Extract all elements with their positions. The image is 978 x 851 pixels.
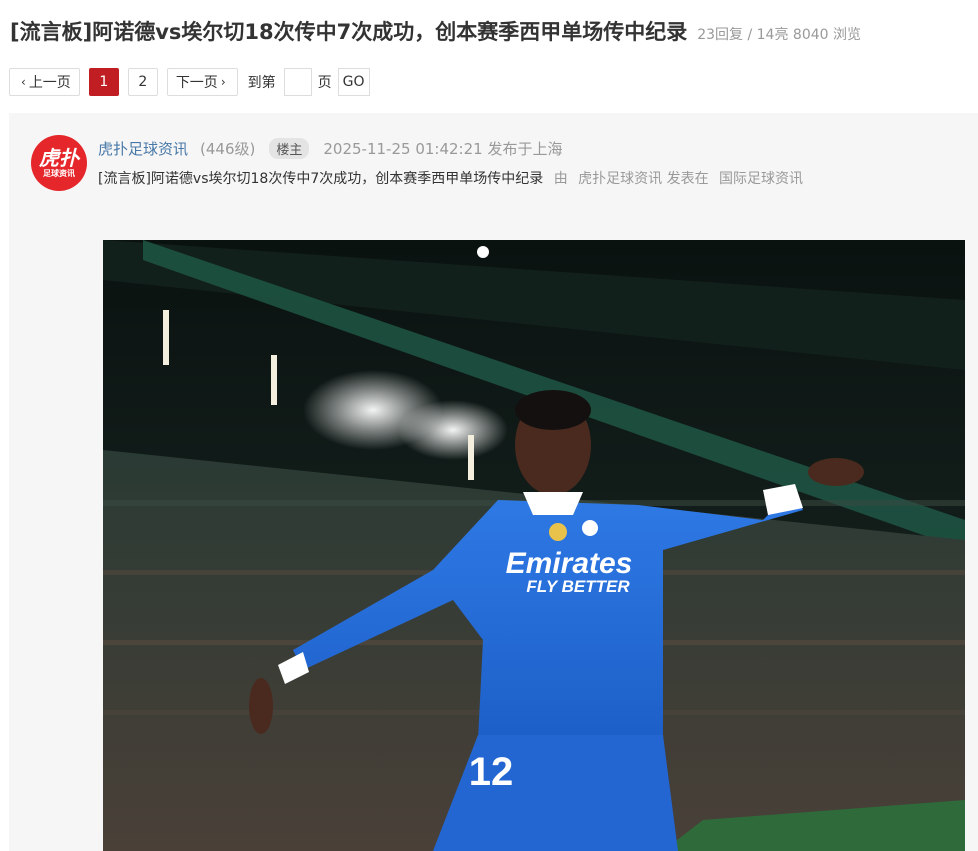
- board-link[interactable]: 国际足球资讯: [719, 171, 803, 187]
- chevron-right-icon: ›: [220, 75, 226, 89]
- author-level: (446级): [200, 139, 256, 158]
- jersey-sponsor-line2: FLY BETTER: [526, 577, 630, 596]
- thread-header: [流言板]阿诺德vs埃尔切18次传中7次成功，创本赛季西甲单场传中纪录 23回复…: [10, 16, 970, 46]
- thread-stats: 23回复 / 14亮 8040 浏览: [697, 27, 861, 43]
- jersey-sponsor-line1: Emirates: [506, 547, 633, 580]
- jersey-number: 12: [469, 750, 514, 794]
- post-time: 2025-11-25 01:42:21 发布于上海: [323, 139, 563, 158]
- first-post: 虎扑 足球资讯 虎扑足球资讯 (446级) 楼主 2025-11-25 01:4…: [9, 113, 978, 851]
- go-button[interactable]: GO: [337, 68, 370, 96]
- page-2-button[interactable]: 2: [127, 68, 158, 96]
- subline-title: [流言板]阿诺德vs埃尔切18次传中7次成功，创本赛季西甲单场传中纪录: [98, 171, 544, 187]
- avatar-logo-subtext: 足球资讯: [43, 168, 75, 178]
- prev-page-button[interactable]: ‹ 上一页: [9, 68, 80, 96]
- pagination: ‹ 上一页 1 2 下一页 › 到第 页 GO: [9, 68, 370, 96]
- subline-author-link[interactable]: 虎扑足球资讯: [578, 171, 662, 187]
- avatar[interactable]: 虎扑 足球资讯: [31, 135, 87, 191]
- post-meta: 虎扑足球资讯 (446级) 楼主 2025-11-25 01:42:21 发布于…: [98, 137, 562, 159]
- next-page-label: 下一页: [175, 75, 218, 91]
- next-page-button[interactable]: 下一页 ›: [166, 68, 238, 96]
- post-photo[interactable]: Emirates FLY BETTER 12: [103, 240, 965, 851]
- subline-by: 由: [553, 171, 568, 187]
- page-1-button[interactable]: 1: [88, 68, 119, 96]
- post-subline: [流言板]阿诺德vs埃尔切18次传中7次成功，创本赛季西甲单场传中纪录 由 虎扑…: [98, 168, 803, 188]
- goto-label: 到第: [247, 75, 276, 91]
- author-link[interactable]: 虎扑足球资讯: [98, 138, 188, 159]
- prev-page-label: 上一页: [28, 75, 71, 91]
- thread-title: [流言板]阿诺德vs埃尔切18次传中7次成功，创本赛季西甲单场传中纪录: [10, 20, 688, 44]
- op-badge: 楼主: [269, 137, 310, 159]
- page-number-input[interactable]: [283, 68, 312, 96]
- stadium-photo-illustration: Emirates FLY BETTER 12: [103, 240, 965, 851]
- chevron-left-icon: ‹: [21, 75, 26, 89]
- subline-posted-in: 发表在: [666, 171, 709, 187]
- avatar-logo-text: 虎扑: [39, 145, 79, 170]
- page-unit-label: 页: [317, 75, 332, 91]
